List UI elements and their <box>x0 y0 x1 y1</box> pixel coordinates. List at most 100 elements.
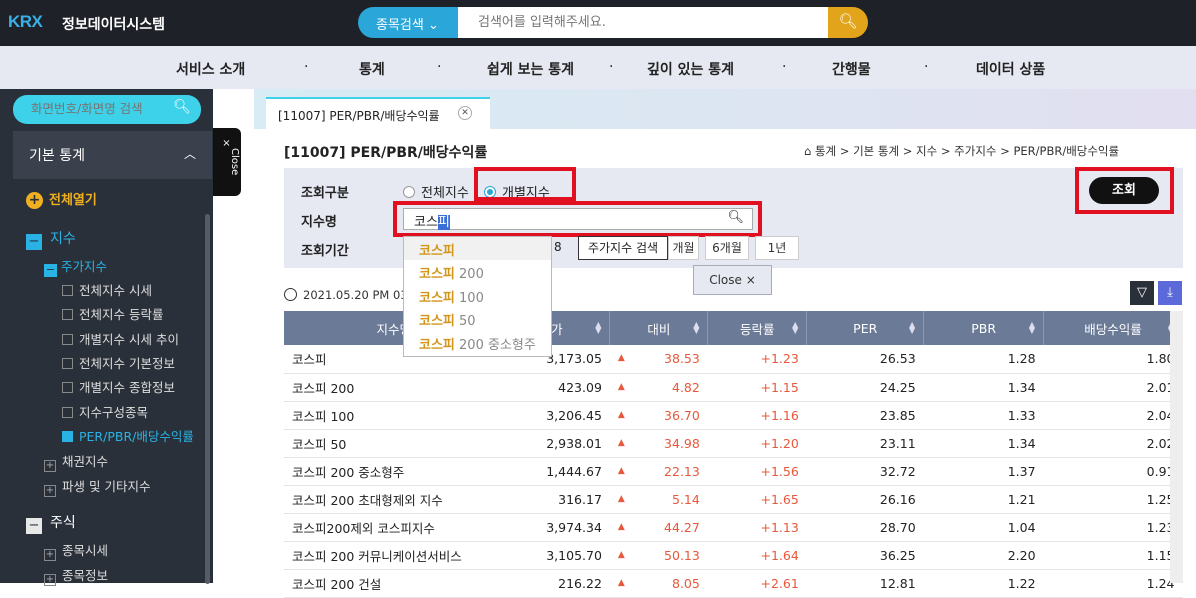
breadcrumb-item[interactable]: PER/PBR/배당수익률 <box>1013 144 1119 158</box>
date-input[interactable]: 8 <box>554 240 562 254</box>
close-cell: 3,105.70 <box>503 541 610 570</box>
column-header[interactable]: PBR ▲ ▼ <box>923 311 1045 345</box>
menu-search-input[interactable] <box>31 101 171 116</box>
table-row[interactable]: 코스피 200 중소형주 1,444.67 ▲ 22.13 +1.56 32.72 1.37… <box>284 457 1183 486</box>
sidebar-section-header[interactable]: 기본 통계 ︿ <box>13 131 212 179</box>
sort-icon: ▲▼ <box>909 320 916 335</box>
dividend-cell: 1.24 <box>1043 569 1183 598</box>
sidebar-close-button[interactable]: Close × <box>213 128 241 196</box>
period-button-6m[interactable]: 6개월 <box>705 236 749 260</box>
breadcrumb-item[interactable]: 통계 <box>815 144 836 158</box>
search-button[interactable]: 🔍︎ <box>828 7 868 38</box>
dividend-cell: 0.91 <box>1043 457 1183 486</box>
sidebar-item-bond-index[interactable]: + 채권지수 <box>44 451 108 472</box>
breadcrumb-item[interactable]: 기본 통계 <box>853 144 899 158</box>
breadcrumb-item[interactable]: 지수 <box>916 144 937 158</box>
site-title[interactable]: 정보데이터시스템 <box>62 14 165 34</box>
per-cell: 23.11 <box>806 429 924 458</box>
nav-service-intro[interactable]: 서비스 소개 <box>176 59 245 79</box>
pbr-cell: 2.20 <box>923 541 1044 570</box>
sidebar-item-index[interactable]: − 지수 <box>26 228 76 250</box>
autocomplete-item[interactable]: 코스피 200 중소형주 <box>404 331 551 354</box>
sidebar-item-all-index-rate[interactable]: 전체지수 등락률 <box>62 304 163 323</box>
breadcrumb-item[interactable]: 주가지수 <box>954 144 996 158</box>
search-icon[interactable]: 🔍︎ <box>173 99 191 115</box>
dividend-cell: 2.04 <box>1043 401 1183 430</box>
sidebar-item-stock-price[interactable]: + 종목시세 <box>44 540 108 561</box>
period-button-1y[interactable]: 1년 <box>755 236 799 260</box>
pbr-cell: 1.21 <box>923 485 1044 514</box>
per-cell: 24.25 <box>806 373 924 402</box>
nav-publications[interactable]: 간행물 <box>832 59 871 79</box>
column-header[interactable]: 대비 ▲ ▼ <box>609 311 709 345</box>
change-cell: ▲ 36.70 <box>609 401 708 430</box>
table-row[interactable]: 코스피 200 건설 216.22 ▲ 8.05 +2.61 12.81 1.22 1.24 <box>284 569 1183 598</box>
autocomplete-item[interactable]: 코스피 100 <box>404 284 551 307</box>
table-row[interactable]: 코스피 100 3,206.45 ▲ 36.70 +1.16 23.85 1.33 2.04 <box>284 401 1183 430</box>
per-cell: 26.16 <box>806 485 924 514</box>
table-row[interactable]: 코스피200제외 코스피지수 3,974.34 ▲ 44.27 +1.13 28.70 1.… <box>284 513 1183 542</box>
filter-icon[interactable]: ▽ <box>1130 281 1154 305</box>
download-icon[interactable]: ⤓ <box>1158 281 1182 305</box>
nav-stats[interactable]: 통계 <box>359 59 385 79</box>
nav-easy-stats[interactable]: 쉽게 보는 통계 <box>487 59 574 79</box>
table-row[interactable]: 코스피 200 423.09 ▲ 4.82 +1.15 24.25 1.34 2.01 <box>284 373 1183 402</box>
plus-square-icon: + <box>44 460 56 472</box>
highlight-box <box>1075 167 1174 214</box>
sidebar-item-index-basic-info[interactable]: 전체지수 기본정보 <box>62 353 175 372</box>
plus-square-icon: + <box>44 485 56 497</box>
column-header[interactable]: 배당수익률▲▼ <box>1043 311 1183 345</box>
nav-deep-stats[interactable]: 깊이 있는 통계 <box>647 59 734 79</box>
pbr-cell: 1.34 <box>923 373 1044 402</box>
up-arrow-icon: ▲ <box>617 465 625 476</box>
close-cell: 216.22 <box>503 569 610 598</box>
home-icon[interactable]: ⌂ <box>804 144 811 158</box>
sidebar-item-stock-index[interactable]: − 주가지수 <box>44 256 107 277</box>
rate-cell: +1.13 <box>707 513 807 542</box>
minus-square-icon: − <box>44 263 57 277</box>
timestamp: 2021.05.20 PM 03: <box>284 288 412 302</box>
change-cell: ▲ 50.13 <box>609 541 708 570</box>
sidebar-item-derivative-index[interactable]: + 파생 및 기타지수 <box>44 476 150 497</box>
autocomplete-item[interactable]: 코스피 200 <box>404 260 551 283</box>
sidebar-item-stocks[interactable]: − 주식 <box>26 512 76 534</box>
clock-icon <box>284 288 297 301</box>
up-arrow-icon: ▲ <box>617 493 625 504</box>
minus-square-icon: − <box>26 518 42 534</box>
up-arrow-icon: ▲ <box>617 521 625 532</box>
search-input[interactable] <box>458 7 830 38</box>
sidebar-item-index-trend[interactable]: 개별지수 시세 추이 <box>62 329 179 348</box>
filter-close-button[interactable]: Close × <box>693 265 772 295</box>
krx-logo[interactable]: KRX <box>8 12 43 32</box>
column-header[interactable]: 등락률 ▲ ▼ <box>707 311 808 345</box>
table-row[interactable]: 코스피 200 커뮤니케이션서비스 3,105.70 ▲ 50.13 +1.64 36.2… <box>284 541 1183 570</box>
close-icon[interactable]: ✕ <box>458 106 472 120</box>
column-header[interactable]: PER ▲ ▼ <box>806 311 925 345</box>
close-cell: 316.17 <box>503 485 610 514</box>
table-row[interactable]: 코스피 50 2,938.01 ▲ 34.98 +1.20 23.11 1.34 2.02 <box>284 429 1183 458</box>
radio-all-index[interactable]: 전체지수 <box>403 182 469 201</box>
rate-cell: +2.61 <box>707 569 807 598</box>
pbr-cell: 1.33 <box>923 401 1044 430</box>
autocomplete-item[interactable]: 코스피 <box>404 237 551 261</box>
top-bar: KRX 정보데이터시스템 종목검색 ⌄ 🔍︎ <box>0 0 1196 46</box>
table-row[interactable]: 코스피 200 초대형제외 지수 316.17 ▲ 5.14 +1.65 26.16 1.2… <box>284 485 1183 514</box>
search-category-select[interactable]: 종목검색 ⌄ <box>358 7 458 38</box>
nav-separator: · <box>609 59 614 75</box>
tab-per-pbr[interactable]: [11007] PER/PBR/배당수익률 ✕ <box>266 97 490 129</box>
sidebar-item-index-summary[interactable]: 개별지수 종합정보 <box>62 377 175 396</box>
sidebar-item-per-pbr[interactable]: PER/PBR/배당수익률 <box>62 426 194 445</box>
dividend-cell: 1.15 <box>1043 541 1183 570</box>
sidebar-item-all-index-price[interactable]: 전체지수 시세 <box>62 280 152 299</box>
document-icon <box>62 309 73 320</box>
expand-all-button[interactable]: + 전체열기 <box>26 189 97 209</box>
index-name-cell: 코스피 200 커뮤니케이션서비스 <box>284 541 504 570</box>
sidebar: 🔍︎ 기본 통계 ︿ +전체열기 −지수 −주가지수 전체지수 시세 전체지수 … <box>0 89 213 586</box>
period-button-1m[interactable]: 개월 <box>668 236 699 260</box>
sidebar-scrollbar[interactable] <box>205 214 210 584</box>
autocomplete-item[interactable]: 코스피 50 <box>404 307 551 330</box>
nav-data-products[interactable]: 데이터 상품 <box>976 59 1045 79</box>
table-scrollbar[interactable] <box>1170 311 1183 583</box>
highlight-box <box>474 167 576 201</box>
sidebar-item-index-constituents[interactable]: 지수구성종목 <box>62 402 148 421</box>
